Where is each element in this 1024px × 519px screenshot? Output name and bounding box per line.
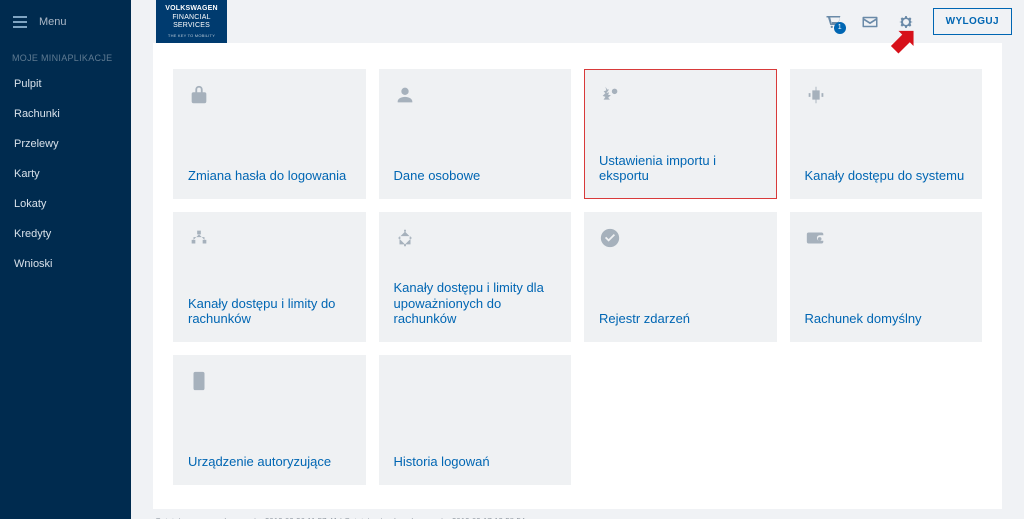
tile-lock[interactable]: Zmiana hasła do logowania xyxy=(173,69,366,199)
tile-title: Rejestr zdarzeń xyxy=(599,311,762,327)
tile-title: Zmiana hasła do logowania xyxy=(188,168,351,184)
cart-icon[interactable]: 1 xyxy=(825,13,843,31)
gear-icon[interactable] xyxy=(897,13,915,31)
wallet-icon xyxy=(805,227,827,249)
tile-limits[interactable]: Kanały dostępu i limity do rachunków xyxy=(173,212,366,342)
tile-import[interactable]: Ustawienia importu i eksportu xyxy=(584,69,777,199)
tile-title: Historia logowań xyxy=(394,454,557,470)
tile-title: Kanały dostępu do systemu xyxy=(805,168,968,184)
tile-check[interactable]: Rejestr zdarzeń xyxy=(584,212,777,342)
brand-line1: VOLKSWAGEN xyxy=(160,5,223,14)
nav-item-lokaty[interactable]: Lokaty xyxy=(0,189,131,219)
nav-item-wnioski[interactable]: Wnioski xyxy=(0,249,131,279)
tiles-container: Zmiana hasła do logowania Dane osobowe Ust… xyxy=(153,43,1002,509)
history-icon xyxy=(394,370,416,392)
channels-icon xyxy=(805,84,827,106)
tile-history[interactable]: Historia logowań xyxy=(379,355,572,485)
nav-section-header: MOJE MINIAPLIKACJE xyxy=(0,43,131,69)
tile-title: Ustawienia importu i eksportu xyxy=(599,153,762,184)
login-footer: Ostatnie poprawne logowanie: 2019.09.26 … xyxy=(153,509,1002,519)
tile-wallet[interactable]: Rachunek domyślny xyxy=(790,212,983,342)
lock-icon xyxy=(188,84,210,106)
mail-icon[interactable] xyxy=(861,13,879,31)
nav-item-pulpit[interactable]: Pulpit xyxy=(0,69,131,99)
logout-button[interactable]: WYLOGUJ xyxy=(933,8,1012,35)
brand-tag: THE KEY TO MOBILITY xyxy=(160,33,223,38)
sidebar: Menu MOJE MINIAPLIKACJE PulpitRachunkiPr… xyxy=(0,0,131,519)
tile-title: Rachunek domyślny xyxy=(805,311,968,327)
limits-icon xyxy=(188,227,210,249)
tile-limits2[interactable]: Kanały dostępu i limity dla upoważnionyc… xyxy=(379,212,572,342)
menu-toggle[interactable]: Menu xyxy=(0,0,131,43)
main-content: Zmiana hasła do logowania Dane osobowe Ust… xyxy=(131,0,1024,519)
nav-item-kredyty[interactable]: Kredyty xyxy=(0,219,131,249)
nav-list: PulpitRachunkiPrzelewyKartyLokatyKredyty… xyxy=(0,69,131,279)
tile-title: Kanały dostępu i limity do rachunków xyxy=(188,296,351,327)
limits2-icon xyxy=(394,227,416,249)
tile-device[interactable]: Urządzenie autoryzujące xyxy=(173,355,366,485)
check-icon xyxy=(599,227,621,249)
tile-title: Dane osobowe xyxy=(394,168,557,184)
device-icon xyxy=(188,370,210,392)
menu-label: Menu xyxy=(39,16,67,28)
nav-item-rachunki[interactable]: Rachunki xyxy=(0,99,131,129)
brand-line2: FINANCIAL SERVICES xyxy=(160,14,223,32)
cart-badge: 1 xyxy=(834,22,846,34)
tile-title: Urządzenie autoryzujące xyxy=(188,454,351,470)
tile-user[interactable]: Dane osobowe xyxy=(379,69,572,199)
tile-channels[interactable]: Kanały dostępu do systemu xyxy=(790,69,983,199)
import-icon xyxy=(599,84,621,106)
brand-logo: VOLKSWAGEN FINANCIAL SERVICES THE KEY TO… xyxy=(156,0,227,43)
nav-item-karty[interactable]: Karty xyxy=(0,159,131,189)
nav-item-przelewy[interactable]: Przelewy xyxy=(0,129,131,159)
user-icon xyxy=(394,84,416,106)
hamburger-icon xyxy=(13,16,27,28)
tile-title: Kanały dostępu i limity dla upoważnionyc… xyxy=(394,280,557,327)
